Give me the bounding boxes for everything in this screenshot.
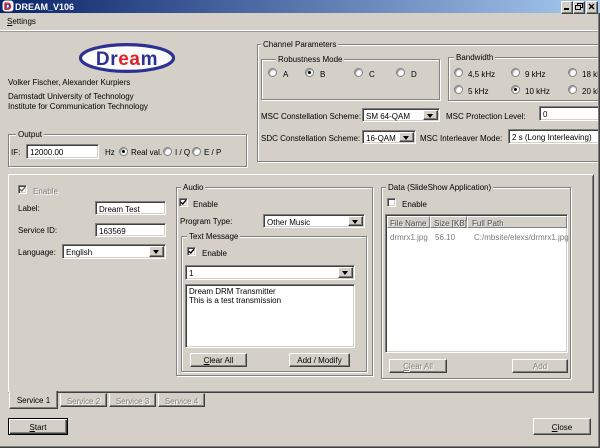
svg-text:D: D — [5, 4, 10, 11]
svg-text:Dream: Dream — [96, 49, 158, 70]
